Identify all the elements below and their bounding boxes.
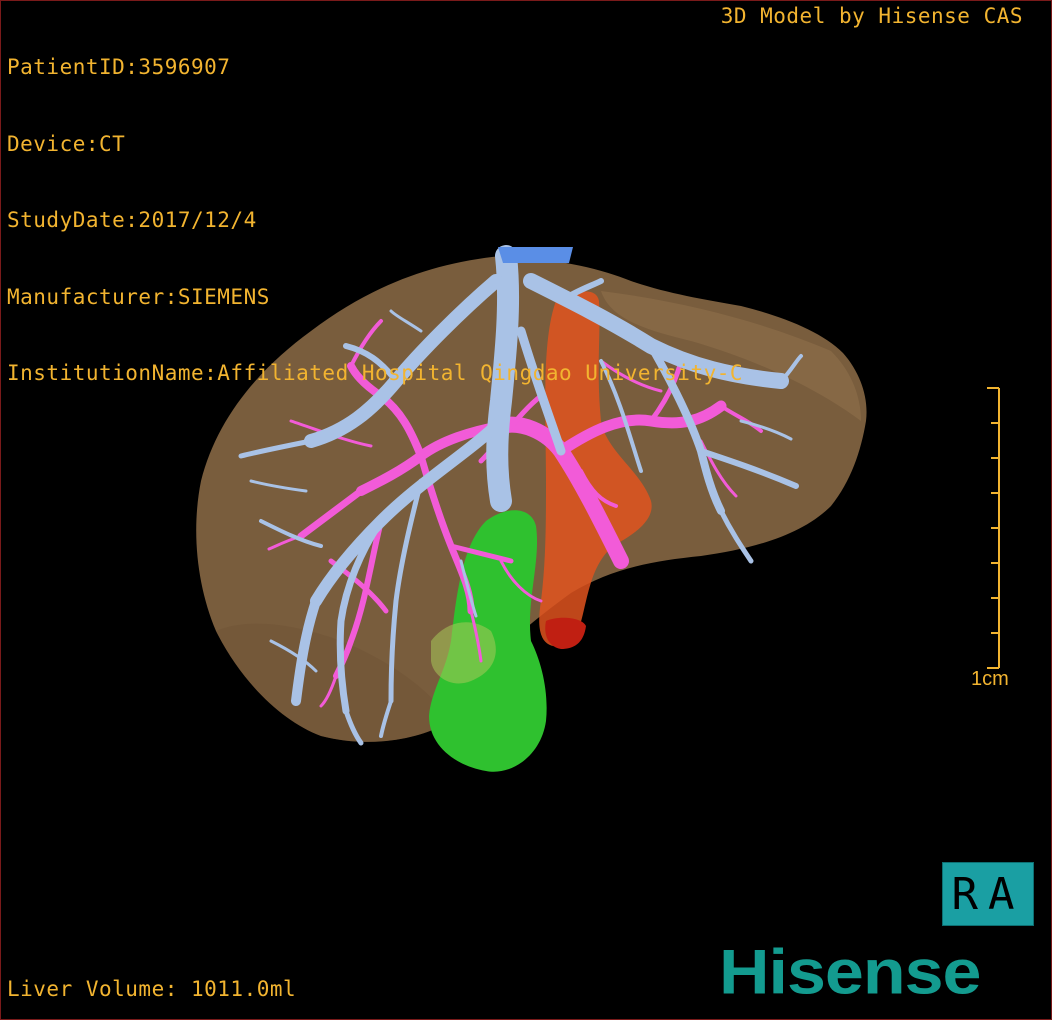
manufacturer: Manufacturer:SIEMENS (7, 284, 270, 309)
study-date: StudyDate:2017/12/4 (7, 208, 257, 232)
orientation-indicator[interactable]: RA (942, 862, 1034, 926)
3d-viewport[interactable]: PatientID:3596907 Device:CT StudyDate:20… (0, 0, 1052, 1020)
scale-label: 1cm (971, 668, 1009, 690)
vendor-title: 3D Model by Hisense CAS (720, 4, 1023, 28)
orientation-label: RA (951, 868, 1025, 920)
patient-id: PatientID:3596907 (7, 55, 231, 79)
institution-name: InstitutionName:Affiliated Hospital Qing… (7, 361, 744, 385)
device: Device:CT (7, 131, 126, 156)
scale-bar (987, 387, 1000, 669)
patient-info-overlay: PatientID:3596907 Device:CT StudyDate:20… (7, 4, 743, 438)
liver-volume: Liver Volume: 1011.0ml (7, 977, 297, 1001)
hisense-logo: Hisense (719, 936, 981, 1008)
